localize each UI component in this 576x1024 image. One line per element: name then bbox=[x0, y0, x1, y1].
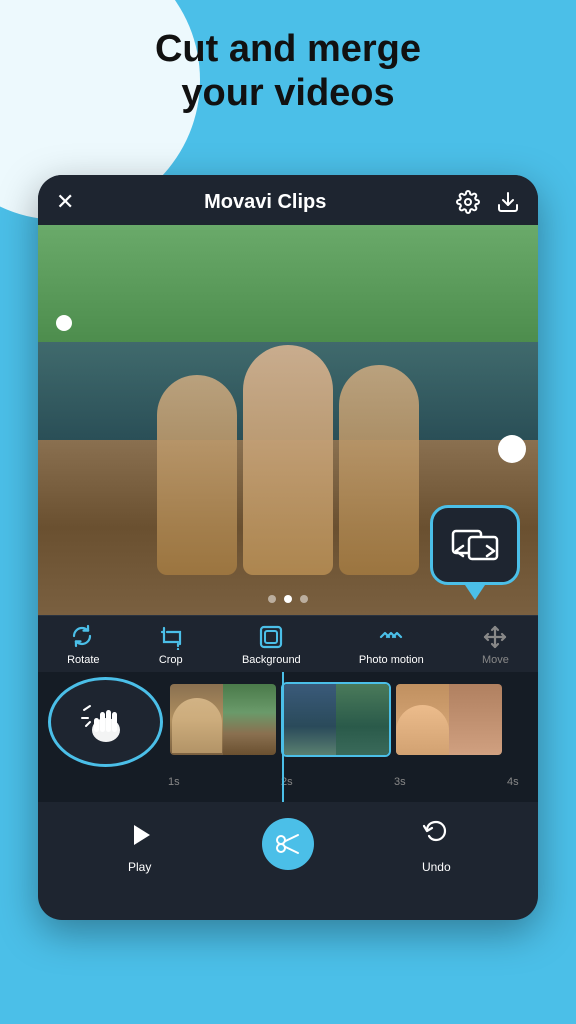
tool-crop[interactable]: Crop bbox=[158, 624, 184, 666]
dot-1 bbox=[268, 595, 276, 603]
play-icon bbox=[119, 814, 161, 856]
clip-1-frame-2 bbox=[223, 684, 276, 755]
clip-2-frame-2 bbox=[336, 684, 389, 755]
headline: Cut and merge your videos bbox=[0, 28, 576, 115]
app-title: Movavi Clips bbox=[204, 191, 326, 214]
photo-motion-icon bbox=[378, 624, 404, 650]
tool-photo-motion[interactable]: Photo motion bbox=[359, 624, 424, 666]
photo-motion-label: Photo motion bbox=[359, 654, 424, 666]
clip-1-frame-1 bbox=[170, 684, 223, 755]
play-label: Play bbox=[128, 860, 151, 874]
move-label: Move bbox=[482, 654, 509, 666]
clip-3-frame-2 bbox=[449, 684, 502, 755]
crop-icon bbox=[158, 624, 184, 650]
dot-2 bbox=[284, 595, 292, 603]
header-icons bbox=[456, 190, 520, 214]
clip-3-frame-1 bbox=[396, 684, 449, 755]
timecode-4s: 4s bbox=[507, 776, 538, 788]
background-icon bbox=[258, 624, 284, 650]
rotate-icon bbox=[70, 624, 96, 650]
preview-dots bbox=[268, 595, 308, 603]
crop-label: Crop bbox=[159, 654, 183, 666]
background-label: Background bbox=[242, 654, 301, 666]
undo-icon bbox=[415, 814, 457, 856]
timecode-1s: 1s bbox=[168, 776, 281, 788]
play-button[interactable]: Play bbox=[119, 814, 161, 874]
tool-move[interactable]: Move bbox=[482, 624, 509, 666]
toolbar: Rotate Crop Background bbox=[38, 615, 538, 672]
settings-button[interactable] bbox=[456, 190, 480, 214]
clip-1[interactable] bbox=[168, 682, 278, 757]
app-frame: ✕ Movavi Clips bbox=[38, 175, 538, 920]
rotate-label: Rotate bbox=[67, 654, 99, 666]
bottom-controls: Play Undo bbox=[38, 802, 538, 886]
clip-2[interactable] bbox=[281, 682, 391, 757]
drag-handle-top-left[interactable] bbox=[56, 315, 72, 331]
tool-background[interactable]: Background bbox=[242, 624, 301, 666]
headline-line1: Cut and merge bbox=[20, 28, 556, 72]
video-preview bbox=[38, 225, 538, 615]
clip-2-frame-1 bbox=[283, 684, 336, 755]
playhead bbox=[282, 672, 284, 802]
timecode-2s: 2s bbox=[281, 776, 394, 788]
app-header: ✕ Movavi Clips bbox=[38, 175, 538, 225]
scissors-button[interactable] bbox=[262, 818, 314, 870]
timecodes: 1s 2s 3s 4s bbox=[38, 776, 538, 788]
move-swap-bubble[interactable] bbox=[430, 505, 520, 585]
tool-rotate[interactable]: Rotate bbox=[67, 624, 99, 666]
headline-line2: your videos bbox=[20, 72, 556, 116]
download-button[interactable] bbox=[496, 190, 520, 214]
undo-label: Undo bbox=[422, 860, 451, 874]
undo-button[interactable]: Undo bbox=[415, 814, 457, 874]
move-icon bbox=[482, 624, 508, 650]
drag-handle-top-right[interactable] bbox=[498, 435, 526, 463]
gesture-bubble bbox=[48, 677, 163, 767]
clip-3[interactable] bbox=[394, 682, 504, 757]
timeline[interactable]: 1s 2s 3s 4s bbox=[38, 672, 538, 802]
timecode-3s: 3s bbox=[394, 776, 507, 788]
dot-3 bbox=[300, 595, 308, 603]
close-button[interactable]: ✕ bbox=[56, 189, 74, 215]
